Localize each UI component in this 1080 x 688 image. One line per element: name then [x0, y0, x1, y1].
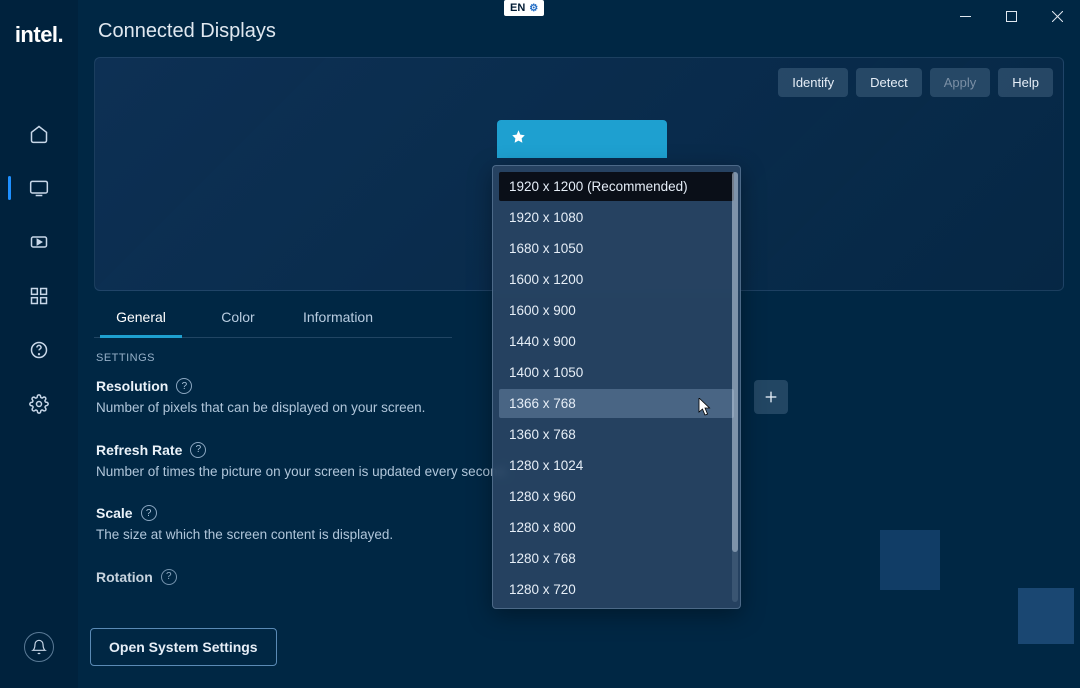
nav-settings[interactable] [0, 390, 78, 418]
open-system-settings-button[interactable]: Open System Settings [90, 628, 277, 666]
setting-refresh-desc: Number of times the picture on your scre… [96, 462, 516, 482]
nav-help[interactable] [0, 336, 78, 364]
resolution-option[interactable]: 1280 x 720 [499, 575, 734, 604]
notifications-button[interactable] [24, 632, 54, 662]
resolution-option[interactable]: 1680 x 1050 [499, 234, 734, 263]
help-button[interactable]: Help [998, 68, 1053, 97]
sidebar: intel [0, 0, 78, 688]
intel-logo: intel [15, 22, 63, 48]
help-icon[interactable]: ? [190, 442, 206, 458]
star-icon [511, 129, 526, 149]
detect-button[interactable]: Detect [856, 68, 922, 97]
nav-video[interactable] [0, 228, 78, 256]
setting-resolution-label: Resolution [96, 378, 168, 394]
setting-scale: Scale? The size at which the screen cont… [96, 505, 516, 545]
resolution-option[interactable]: 1280 x 800 [499, 513, 734, 542]
resolution-option[interactable]: 1400 x 1050 [499, 358, 734, 387]
nav-home[interactable] [0, 120, 78, 148]
apply-button: Apply [930, 68, 991, 97]
resolution-option[interactable]: 1280 x 960 [499, 482, 734, 511]
primary-display-tab[interactable] [497, 120, 667, 158]
help-icon[interactable]: ? [176, 378, 192, 394]
decorative-square [880, 530, 940, 590]
scrollbar-thumb[interactable] [732, 172, 738, 552]
resolution-option[interactable]: 1280 x 1024 [499, 451, 734, 480]
setting-resolution-desc: Number of pixels that can be displayed o… [96, 398, 516, 418]
setting-refresh-label: Refresh Rate [96, 442, 182, 458]
nav-display[interactable] [0, 174, 78, 202]
tab-color[interactable]: Color [188, 297, 288, 337]
add-custom-resolution-button[interactable] [754, 380, 788, 414]
tab-general[interactable]: General [94, 297, 188, 337]
setting-rotation-label: Rotation [96, 569, 153, 585]
resolution-option[interactable]: 1280 x 768 [499, 544, 734, 573]
tab-information[interactable]: Information [288, 297, 388, 337]
minimize-button[interactable] [942, 0, 988, 32]
close-button[interactable] [1034, 0, 1080, 32]
resolution-option[interactable]: 1920 x 1080 [499, 203, 734, 232]
resolution-option[interactable]: 1440 x 900 [499, 327, 734, 356]
setting-resolution: Resolution? Number of pixels that can be… [96, 378, 516, 418]
resolution-option[interactable]: 1600 x 1200 [499, 265, 734, 294]
help-icon[interactable]: ? [141, 505, 157, 521]
settings-tabs: General Color Information [94, 297, 452, 338]
page-title: Connected Displays [98, 20, 1064, 43]
maximize-button[interactable] [988, 0, 1034, 32]
setting-rotation: Rotation? [96, 569, 516, 585]
setting-scale-label: Scale [96, 505, 133, 521]
resolution-option[interactable]: 1920 x 1200 (Recommended) [499, 172, 734, 201]
resolution-option[interactable]: 1360 x 768 [499, 420, 734, 449]
resolution-dropdown: 1920 x 1200 (Recommended)1920 x 10801680… [492, 165, 741, 609]
cursor-icon [698, 398, 712, 421]
decorative-square [1018, 588, 1074, 644]
setting-refresh-rate: Refresh Rate? Number of times the pictur… [96, 442, 516, 482]
window-controls [942, 0, 1080, 32]
setting-scale-desc: The size at which the screen content is … [96, 525, 516, 545]
help-icon[interactable]: ? [161, 569, 177, 585]
identify-button[interactable]: Identify [778, 68, 848, 97]
resolution-option[interactable]: 1600 x 900 [499, 296, 734, 325]
nav-grid[interactable] [0, 282, 78, 310]
